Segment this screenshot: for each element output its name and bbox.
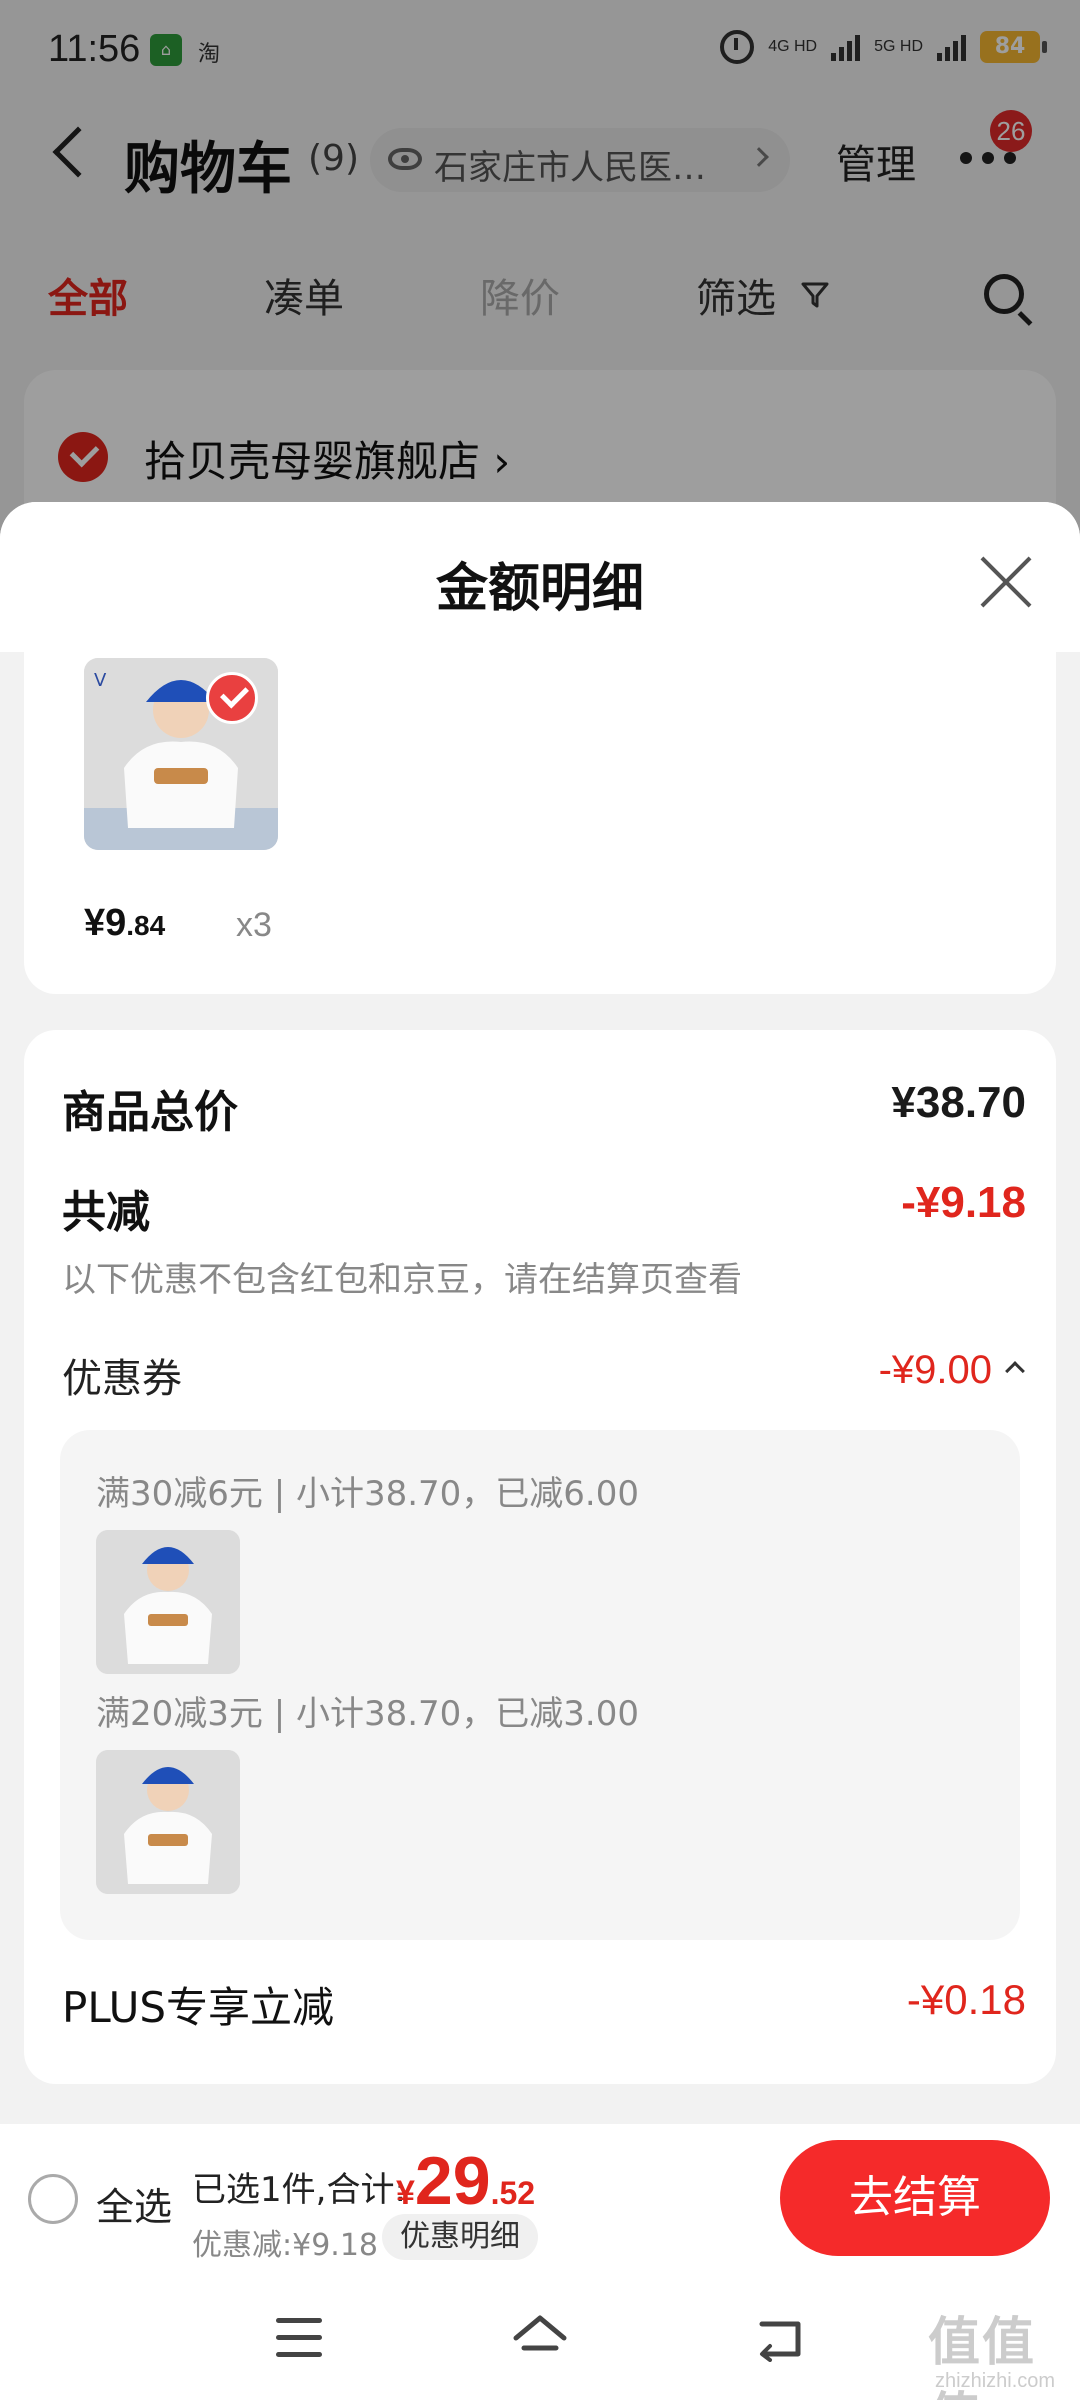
- coupon-line: 满30减6元 | 小计38.70，已减6.00: [96, 1474, 640, 1514]
- checkout-bar: 全选 已选1件,合计: ¥29.52 优惠减:¥9.18 优惠明细 去结算: [0, 2124, 1080, 2276]
- product-quantity: x3: [236, 906, 272, 944]
- goods-total-label: 商品总价: [62, 1087, 238, 1138]
- amount-detail-sheet: 金额明细 V ¥9.84 x3 商品总价 ¥38.70 共减 -¥9.18 以下…: [0, 502, 1080, 2400]
- watermark-url: zhizhizhi.com: [935, 2370, 1056, 2392]
- discount-summary-text: 优惠减:¥9.18: [192, 2228, 378, 2263]
- goods-total-value: ¥38.70: [891, 1078, 1026, 1127]
- product-selected-check-icon[interactable]: [206, 672, 258, 724]
- selected-summary-text: 已选1件,合计:: [192, 2170, 406, 2210]
- plus-discount-label: PLUS专享立减: [62, 1983, 335, 2032]
- coupon-product-image: [96, 1750, 240, 1894]
- coupon-label: 优惠券: [62, 1356, 182, 1402]
- sheet-header: 金额明细: [0, 502, 1080, 652]
- coupon-line: 满20减3元 | 小计38.70，已减3.00: [96, 1694, 640, 1734]
- coupon-value[interactable]: -¥9.00: [879, 1348, 992, 1393]
- home-icon[interactable]: [512, 2312, 568, 2364]
- sheet-title: 金额明细: [435, 559, 644, 619]
- back-nav-icon[interactable]: [756, 2314, 806, 2362]
- product-price: ¥9.84: [84, 902, 166, 944]
- coupon-product-image: [96, 1530, 240, 1674]
- total-reduce-value: -¥9.18: [901, 1178, 1026, 1227]
- chevron-up-icon[interactable]: [1005, 1361, 1025, 1381]
- price-summary-card: 商品总价 ¥38.70 共减 -¥9.18 以下优惠不包含红包和京豆，请在结算页…: [24, 1030, 1056, 2084]
- reduce-note: 以下优惠不包含红包和京豆，请在结算页查看: [62, 1260, 742, 1300]
- system-nav-bar: [0, 2276, 1080, 2400]
- select-all-radio[interactable]: [28, 2174, 78, 2224]
- coupon-detail-box: 满30减6元 | 小计38.70，已减6.00 满20减3元 | 小计38.70…: [60, 1430, 1020, 1940]
- discount-detail-button[interactable]: 优惠明细: [382, 2214, 538, 2260]
- total-reduce-label: 共减: [62, 1187, 150, 1238]
- checkout-button[interactable]: 去结算: [780, 2140, 1050, 2256]
- menu-icon[interactable]: [276, 2318, 322, 2358]
- plus-discount-value: -¥0.18: [906, 1976, 1026, 2023]
- close-icon[interactable]: [978, 554, 1034, 610]
- product-card: V ¥9.84 x3: [24, 652, 1056, 994]
- select-all-label[interactable]: 全选: [96, 2176, 172, 2231]
- svg-text:V: V: [94, 670, 107, 691]
- total-price: ¥29.52: [396, 2143, 536, 2219]
